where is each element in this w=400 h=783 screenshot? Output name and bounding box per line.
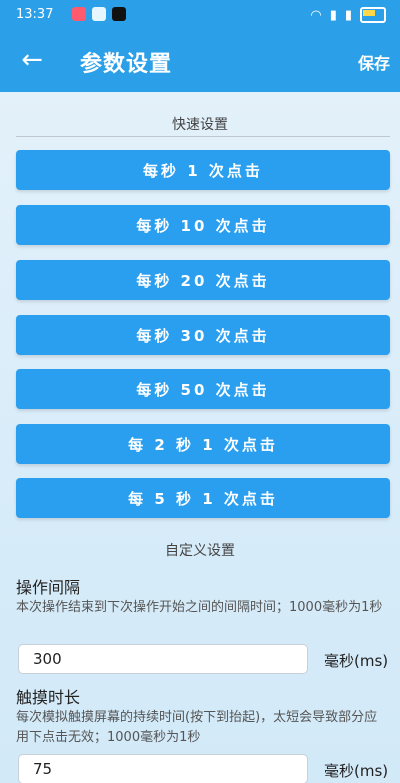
- touch-duration-unit: 毫秒(ms): [324, 762, 389, 780]
- divider: [16, 136, 390, 137]
- page-title: 参数设置: [80, 52, 173, 77]
- signal-icon: ▮: [344, 7, 352, 23]
- custom-settings-title: 自定义设置: [165, 543, 235, 559]
- battery-icon: [360, 7, 386, 23]
- interval-label: 操作间隔: [16, 578, 81, 597]
- app-bar: ← 参数设置 保存: [0, 30, 400, 92]
- preset-1-per-second-button[interactable]: 每秒 1 次点击: [16, 150, 390, 190]
- signal-icon: ▮: [329, 7, 337, 23]
- touch-duration-input[interactable]: 75: [18, 754, 308, 783]
- preset-every-5-seconds-button[interactable]: 每 5 秒 1 次点击: [16, 478, 390, 518]
- app-notification-icon: [92, 7, 106, 21]
- touch-duration-description: 每次模拟触摸屏幕的持续时间(按下到抬起)，太短会导致部分应用下点击无效；1000…: [16, 710, 378, 745]
- status-bar: 13:37 ◠ ▮ ▮: [0, 0, 400, 30]
- wifi-icon: ◠: [310, 7, 322, 23]
- status-time: 13:37: [16, 7, 54, 22]
- app-notification-icon: [72, 7, 86, 21]
- interval-unit: 毫秒(ms): [324, 652, 389, 670]
- preset-50-per-second-button[interactable]: 每秒 50 次点击: [16, 369, 390, 409]
- touch-duration-label: 触摸时长: [16, 688, 81, 707]
- system-icons: ◠ ▮ ▮: [310, 7, 386, 23]
- preset-20-per-second-button[interactable]: 每秒 20 次点击: [16, 260, 390, 300]
- preset-30-per-second-button[interactable]: 每秒 30 次点击: [16, 315, 390, 355]
- quick-settings-title: 快速设置: [172, 117, 228, 133]
- tiktok-icon: [112, 7, 126, 21]
- interval-description: 本次操作结束到下次操作开始之间的间隔时间；1000毫秒为1秒: [16, 600, 383, 615]
- back-arrow-icon[interactable]: ←: [14, 42, 50, 78]
- interval-input[interactable]: 300: [18, 644, 308, 674]
- save-button[interactable]: 保存: [358, 50, 390, 74]
- preset-10-per-second-button[interactable]: 每秒 10 次点击: [16, 205, 390, 245]
- preset-every-2-seconds-button[interactable]: 每 2 秒 1 次点击: [16, 424, 390, 464]
- notification-icons: [72, 7, 126, 21]
